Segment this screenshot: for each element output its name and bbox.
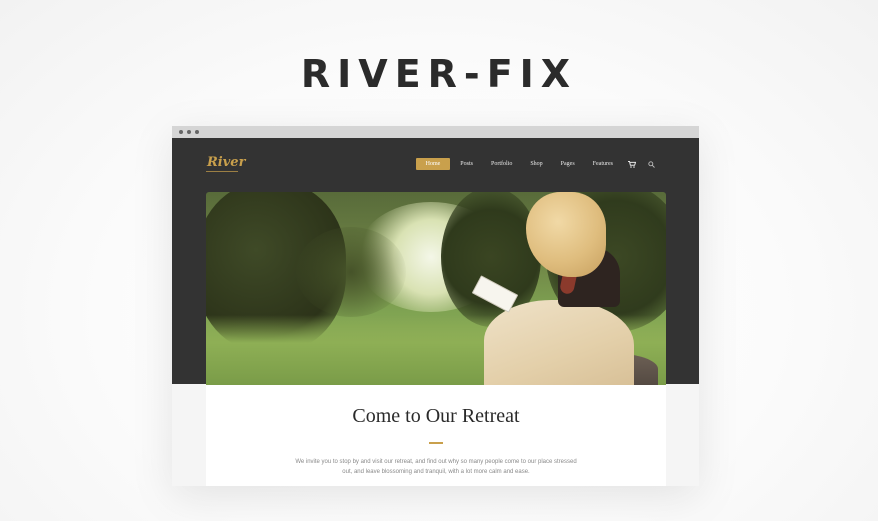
nav-item-features[interactable]: Features [584, 159, 622, 169]
section-title: Come to Our Retreat [352, 405, 520, 427]
nav-item-home[interactable]: Home [415, 158, 451, 170]
cart-icon[interactable] [622, 160, 642, 168]
window-dot-icon [187, 130, 191, 134]
title-divider [429, 442, 443, 444]
section-text: We invite you to stop by and visit our r… [286, 457, 586, 477]
content-section: Come to Our Retreat We invite you to sto… [206, 385, 666, 486]
browser-titlebar [172, 126, 699, 138]
nav-item-portfolio[interactable]: Portfolio [482, 159, 521, 169]
search-icon[interactable] [642, 160, 661, 168]
promo-title: RIVER-FIX [300, 52, 578, 96]
nav-item-posts[interactable]: Posts [451, 159, 482, 169]
section-text-line: We invite you to stop by and visit our r… [295, 459, 577, 465]
main-nav: Home Posts Portfolio Shop Pages Features [415, 158, 661, 170]
browser-window: River Home Posts Portfolio Shop Pages Fe… [172, 126, 699, 486]
window-dot-icon [195, 130, 199, 134]
nav-item-shop[interactable]: Shop [521, 159, 551, 169]
logo-underline [206, 171, 238, 172]
nav-item-pages[interactable]: Pages [552, 159, 584, 169]
website-preview: River Home Posts Portfolio Shop Pages Fe… [172, 138, 699, 486]
window-dot-icon [179, 130, 183, 134]
section-text-line: out, and leave blossoming and tranquil, … [342, 469, 530, 475]
hero-image [206, 192, 666, 385]
site-logo[interactable]: River [207, 155, 245, 170]
